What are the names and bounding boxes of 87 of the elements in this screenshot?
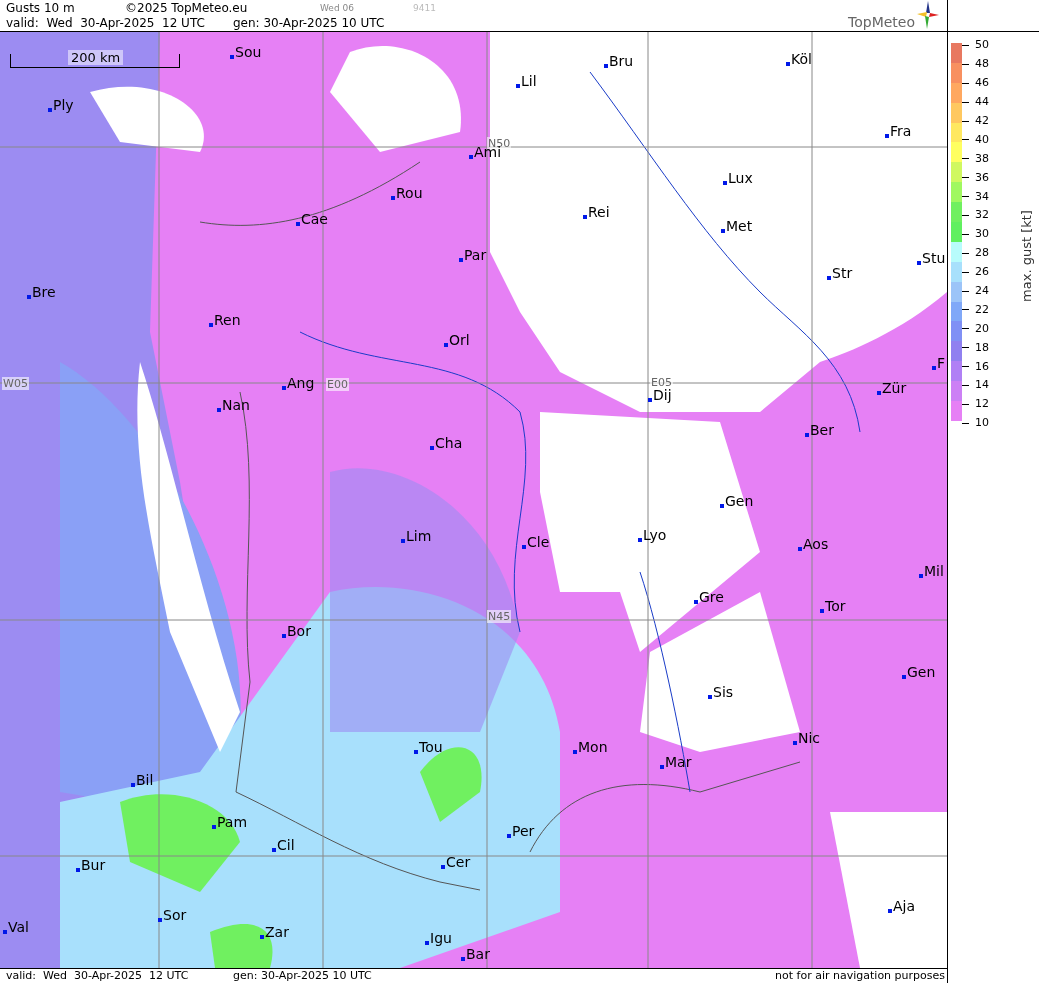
city-label: Fra — [890, 123, 912, 139]
run-code: 9411 — [413, 2, 436, 15]
city-label: Cil — [277, 837, 295, 853]
scale-label: 200 km — [68, 50, 124, 65]
city-label: Str — [832, 265, 853, 281]
city-label: Sor — [163, 907, 187, 923]
city-label: Köl — [791, 51, 812, 67]
city-label: Ber — [810, 422, 834, 438]
city-label: F — [937, 355, 946, 371]
city-label: Gen — [725, 493, 754, 509]
city-label: Bil — [136, 772, 154, 788]
scale-tick-label: 22 — [975, 302, 989, 317]
city-label: Per — [512, 823, 535, 839]
scale-tick-label: 20 — [975, 321, 989, 336]
scale-tick-label: 28 — [975, 246, 989, 261]
city-label: Orl — [449, 332, 470, 348]
city-label: Mon — [578, 739, 608, 755]
scale-tick-label: 34 — [975, 189, 989, 204]
city-label: Cha — [435, 435, 463, 451]
city-label: Ang — [287, 375, 315, 391]
city-label: Lil — [521, 73, 537, 89]
city-label: Sis — [713, 684, 734, 700]
city-label: Lux — [728, 170, 753, 186]
scale-tick-label: 38 — [975, 151, 989, 166]
grid-label: N45 — [487, 610, 512, 623]
city-label: Cle — [527, 534, 550, 550]
city-label: Bor — [287, 623, 311, 639]
city-label: Sou — [235, 44, 262, 60]
scale-tick-label: 42 — [975, 114, 989, 128]
city-label: Tor — [825, 598, 846, 614]
scale-tick-label: 46 — [975, 76, 989, 91]
city-label: Met — [726, 218, 753, 234]
generated-time: gen: 30-Apr-2025 10 UTC — [233, 16, 385, 31]
grid-label: W05 — [2, 377, 29, 390]
city-label: Ply — [53, 97, 74, 113]
scale-tick-label: 24 — [975, 284, 989, 298]
city-label: Zür — [882, 380, 907, 396]
city-label: Bru — [609, 53, 634, 69]
city-label: Nan — [222, 397, 250, 413]
city-label: Lim — [406, 528, 432, 544]
scale-tick-label: 16 — [975, 359, 989, 374]
copyright-text: ©2025 TopMeteo.eu — [125, 1, 249, 16]
city-label: Ren — [214, 312, 241, 328]
scale-tick-label: 18 — [975, 340, 989, 355]
city-label: Bre — [32, 284, 56, 300]
disclaimer-text: not for air navigation purposes — [775, 969, 946, 983]
city-label: Rou — [396, 185, 423, 201]
city-label: Tou — [419, 739, 443, 755]
city-label: Gen — [907, 664, 936, 680]
city-label: Aos — [803, 536, 829, 552]
city-label: Mar — [665, 754, 692, 770]
scale-tick-label: 26 — [975, 265, 989, 280]
scale-tick-label: 12 — [975, 397, 989, 412]
scale-tick-label: 48 — [975, 57, 989, 72]
city-label: Gre — [699, 589, 724, 605]
city-label: Dij — [653, 387, 672, 403]
city-label: Zar — [265, 924, 289, 940]
scale-tick-label: 32 — [975, 208, 989, 223]
city-label: Bur — [81, 857, 106, 873]
city-label: Lyo — [643, 527, 667, 543]
scale-tick-label: 14 — [975, 378, 989, 393]
scale-tick-label: 36 — [975, 170, 989, 185]
city-label: Stu — [922, 250, 946, 266]
scale-tick-label: 44 — [975, 95, 989, 110]
grid-label: E00 — [326, 378, 349, 391]
city-label: Cer — [446, 854, 471, 870]
scale-tick-label: 30 — [975, 227, 989, 242]
logo-text: TopMeteo — [848, 14, 915, 30]
scale-tick-label: 40 — [975, 132, 989, 147]
scale-tick-label: 50 — [975, 38, 989, 53]
city-label: Val — [8, 919, 29, 935]
city-label: Rei — [588, 204, 610, 220]
city-label: Cae — [301, 211, 328, 227]
city-label: Aja — [893, 898, 916, 914]
legend-title: max. gust [kt] — [1018, 210, 1034, 302]
generated-time: gen: 30-Apr-2025 10 UTC — [233, 969, 373, 983]
valid-time: valid: Wed 30-Apr-2025 12 UTC — [6, 16, 206, 31]
map-title: Gusts 10 m — [6, 1, 76, 16]
city-label: Nic — [798, 730, 821, 746]
grid-label: E05 — [650, 376, 673, 389]
city-label: Par — [464, 247, 487, 263]
city-label: Mil — [924, 563, 944, 579]
city-label: Bar — [466, 946, 490, 962]
city-label: Igu — [430, 930, 452, 946]
day-code: Wed 06 — [320, 2, 355, 15]
scale-tick-label: 10 — [975, 416, 989, 431]
valid-time: valid: Wed 30-Apr-2025 12 UTC — [6, 969, 190, 983]
